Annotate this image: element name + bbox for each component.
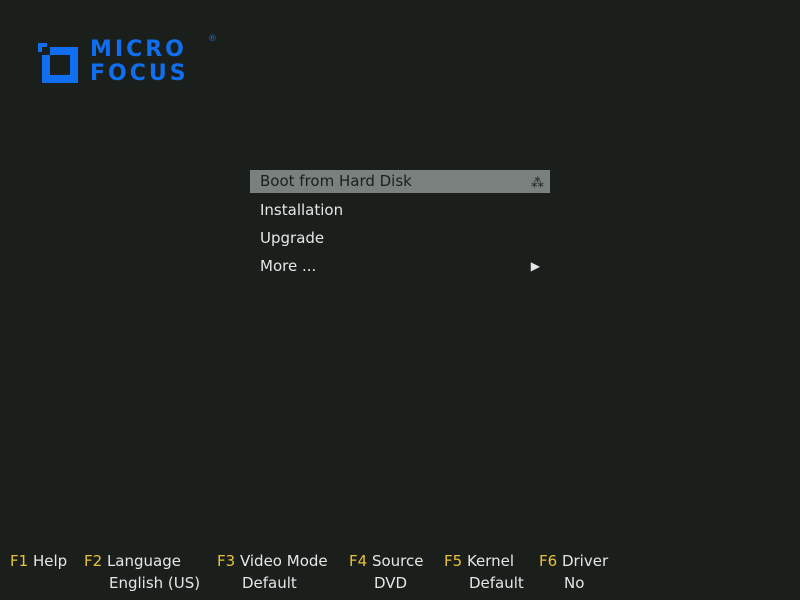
fkey-f3-video-mode[interactable]: F3 Video Mode: [217, 550, 328, 572]
micro-focus-logo: MICRO FOCUS ®: [38, 34, 218, 90]
menu-item-label: More ...: [260, 257, 317, 275]
fkey-key: F6: [539, 552, 558, 570]
fkey-f5-kernel[interactable]: F5 Kernel: [444, 550, 514, 572]
fkey-label: Kernel: [466, 552, 515, 570]
menu-item-label: Boot from Hard Disk: [260, 172, 412, 190]
fkey-f4-source[interactable]: F4 Source: [349, 550, 423, 572]
fkey-f2-language[interactable]: F2 Language: [84, 550, 181, 572]
menu-item-installation[interactable]: Installation: [250, 198, 550, 226]
fkey-key: F2: [84, 552, 103, 570]
fkey-f3-value: Default: [242, 574, 297, 592]
fkey-label: Help: [32, 552, 68, 570]
logo-square-icon: [38, 43, 78, 83]
logo-wordmark: MICRO FOCUS: [90, 39, 189, 87]
fkey-key: F1: [10, 552, 29, 570]
fkey-label: Driver: [561, 552, 609, 570]
logo-line-focus: FOCUS: [90, 61, 189, 86]
fkey-f6-value: No: [564, 574, 585, 592]
function-key-bar: F1 Help F2 Language English (US) F3 Vide…: [0, 550, 800, 600]
fkey-label: Source: [371, 552, 424, 570]
fkey-f1-help[interactable]: F1 Help: [10, 550, 67, 572]
fkey-key: F3: [217, 552, 236, 570]
fkey-key: F5: [444, 552, 463, 570]
fkey-f6-driver[interactable]: F6 Driver: [539, 550, 608, 572]
menu-item-boot-from-hard-disk[interactable]: Boot from Hard Disk ⁂: [250, 170, 550, 193]
menu-item-more[interactable]: More ... ▶: [250, 254, 550, 282]
menu-item-label: Installation: [260, 201, 344, 219]
boot-menu: Boot from Hard Disk ⁂ Installation Upgra…: [250, 170, 550, 282]
menu-item-label: Upgrade: [260, 229, 325, 247]
spinner-icon: ⁂: [531, 176, 544, 191]
fkey-label: Video Mode: [239, 552, 328, 570]
fkey-key: F4: [349, 552, 368, 570]
fkey-f4-value: DVD: [374, 574, 408, 592]
fkey-label: Language: [106, 552, 181, 570]
registered-mark: ®: [208, 34, 217, 44]
fkey-f2-value: English (US): [109, 574, 201, 592]
fkey-f5-value: Default: [469, 574, 524, 592]
submenu-arrow-icon: ▶: [530, 259, 540, 273]
logo-line-micro: MICRO: [90, 37, 187, 62]
menu-item-upgrade[interactable]: Upgrade: [250, 226, 550, 254]
